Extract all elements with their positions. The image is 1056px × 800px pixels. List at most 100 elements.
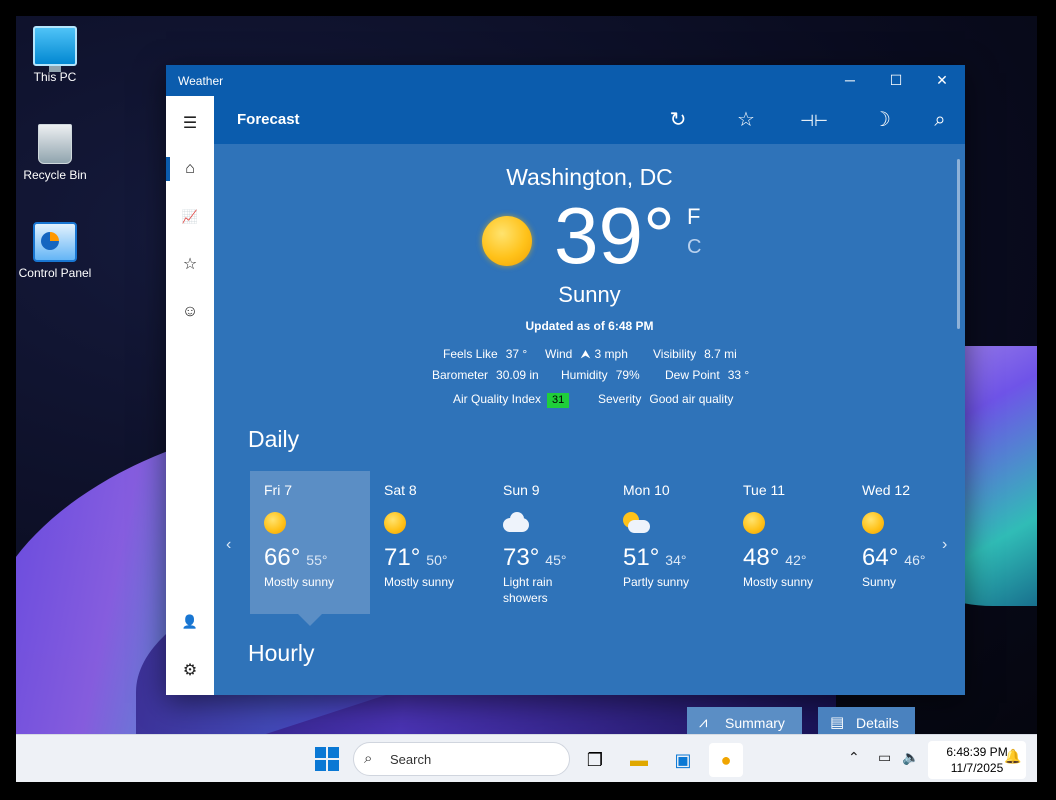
favorites-list-icon: ☆ <box>182 256 198 273</box>
celsius-toggle[interactable]: C <box>687 236 701 259</box>
close-button[interactable]: ✕ <box>919 65 965 96</box>
sidebar-item-life[interactable]: ☺ <box>166 292 214 332</box>
sun-icon <box>384 512 406 534</box>
chevron-up-icon: ⌃ <box>848 749 860 765</box>
computer-icon <box>33 26 77 72</box>
home-icon: ⌂ <box>185 160 195 177</box>
day-description: Partly sunny <box>623 575 690 589</box>
day-name: Fri 7 <box>264 482 292 498</box>
day-name: Wed 12 <box>862 482 910 498</box>
show-hidden-icons-button[interactable]: ⌃ <box>848 749 860 766</box>
sidebar-item-forecast[interactable]: ⌂ <box>166 149 214 189</box>
day-low: 34° <box>665 552 687 568</box>
windows-logo-icon <box>315 760 326 771</box>
taskbar: ⌕ Search ❐ ▬ ▣ ● ⌃ ▭ 🔈 6:48:39 PM 11/7/2… <box>16 734 1037 782</box>
weather-sun-icon: ● <box>720 750 732 770</box>
speaker-icon: 🔈 <box>902 749 920 765</box>
task-view-button[interactable]: ❐ <box>578 743 612 777</box>
app-window-icon: ▣ <box>674 750 692 770</box>
sidebar-item-account[interactable]: 👤 <box>166 602 214 642</box>
day-high: 51° <box>623 544 660 571</box>
search-button[interactable]: ⌕ <box>925 105 955 135</box>
daily-card[interactable]: Fri 7 66° 55° Mostly sunny <box>250 471 370 626</box>
severity-label: Severity <box>598 392 642 406</box>
feels-like: Feels Like 37 ° <box>443 347 527 361</box>
aqi-badge: 31 <box>547 393 570 408</box>
day-name: Tue 11 <box>743 482 786 498</box>
visibility-value: 8.7 mi <box>704 347 737 361</box>
sidebar-item-favorites[interactable]: ☆ <box>166 245 214 285</box>
humidity-label: Humidity <box>561 368 608 382</box>
pin-button[interactable]: ⊣⊢ <box>799 105 829 135</box>
menu-button[interactable]: ☰ <box>166 104 214 144</box>
details-label: Details <box>856 715 899 731</box>
window-titlebar[interactable]: Weather ─ ☐ ✕ <box>166 65 965 96</box>
day-low: 55° <box>306 552 328 568</box>
dew-point-label: Dew Point <box>665 368 720 382</box>
daily-card[interactable]: Sat 8 71° 50° Mostly sunny <box>370 471 490 614</box>
daily-prev-button[interactable]: ‹ <box>226 536 231 554</box>
day-low: 45° <box>545 552 567 568</box>
refresh-button[interactable]: ↻ <box>663 105 693 135</box>
day-name: Sun 9 <box>503 482 540 498</box>
taskbar-search[interactable]: ⌕ Search <box>353 742 570 776</box>
current-temperature: 39° <box>554 191 675 280</box>
day-low: 50° <box>426 552 448 568</box>
sidebar-item-historical[interactable]: 📈 <box>166 197 214 237</box>
day-high: 66° <box>264 544 301 571</box>
aqi-label: Air Quality Index <box>453 392 542 406</box>
daily-card[interactable]: Mon 10 51° 34° Partly sunny <box>609 471 729 614</box>
current-condition: Sunny <box>558 282 621 307</box>
day-description: Mostly sunny <box>743 575 814 589</box>
desktop-icon-label: Control Panel <box>18 266 92 280</box>
daily-heading: Daily <box>248 426 300 452</box>
desktop-icon-label: Recycle Bin <box>23 168 87 182</box>
refresh-icon: ↻ <box>669 109 687 131</box>
day-high: 48° <box>743 544 780 571</box>
weather-app-button[interactable]: ● <box>709 743 743 777</box>
day-high: 64° <box>862 544 899 571</box>
daily-card[interactable]: Tue 11 48° 42° Mostly sunny <box>729 471 849 614</box>
day-name: Mon 10 <box>623 482 670 498</box>
task-view-icon: ❐ <box>586 750 604 770</box>
daily-card[interactable]: Wed 12 64° 46° Sunny <box>848 471 944 614</box>
barometer-value: 30.09 in <box>496 368 539 382</box>
daily-card[interactable]: Sun 9 73° 45° Light rain showers <box>489 471 609 614</box>
recycle-bin-icon <box>38 124 72 164</box>
sidebar-item-settings[interactable]: ⚙ <box>166 651 214 691</box>
sidebar: ☰ ⌂ 📈 ☆ ☺ 👤 ⚙ <box>166 96 214 695</box>
desktop-icon-this-pc[interactable]: This PC <box>17 26 93 84</box>
maximize-button[interactable]: ☐ <box>873 65 919 96</box>
windows-logo-icon <box>315 747 326 758</box>
day-high: 71° <box>384 544 421 571</box>
severity-value: Good air quality <box>649 392 734 406</box>
partly-sunny-icon <box>623 512 650 534</box>
hourly-heading: Hourly <box>248 640 315 666</box>
minimize-button[interactable]: ─ <box>827 65 873 96</box>
menu-icon: ☰ <box>182 115 198 132</box>
forecast-panel: Washington, DC 39° F C Sunny Updated as … <box>214 144 965 739</box>
favorite-button[interactable]: ☆ <box>731 105 761 135</box>
dew-point: Dew Point 33 ° <box>665 368 749 382</box>
network-button[interactable]: ▭ <box>878 749 891 766</box>
store-app-button[interactable]: ▣ <box>666 743 700 777</box>
file-explorer-button[interactable]: ▬ <box>622 743 656 777</box>
volume-button[interactable]: 🔈 <box>902 749 919 766</box>
dark-mode-button[interactable]: ☽ <box>867 105 897 135</box>
dark-mode-moon-icon: ☽ <box>873 109 891 131</box>
desktop-icon-control-panel[interactable]: Control Panel <box>17 222 93 280</box>
day-name: Sat 8 <box>384 482 417 498</box>
wind: Wind ⮝ 3 mph <box>545 347 628 362</box>
notifications-button[interactable]: 🔔 <box>1004 748 1021 765</box>
search-placeholder: Search <box>390 752 432 767</box>
pin-icon: ⊣⊢ <box>800 113 828 130</box>
life-icon: ☺ <box>181 303 199 320</box>
day-low: 46° <box>904 552 926 568</box>
desktop-icon-label: This PC <box>33 70 77 84</box>
summary-label: Summary <box>725 715 785 731</box>
day-high: 73° <box>503 544 540 571</box>
fahrenheit-toggle[interactable]: F <box>687 204 700 230</box>
air-quality: Air Quality Index 31 <box>453 392 570 408</box>
start-button[interactable] <box>315 747 339 771</box>
desktop-icon-recycle-bin[interactable]: Recycle Bin <box>17 124 93 182</box>
